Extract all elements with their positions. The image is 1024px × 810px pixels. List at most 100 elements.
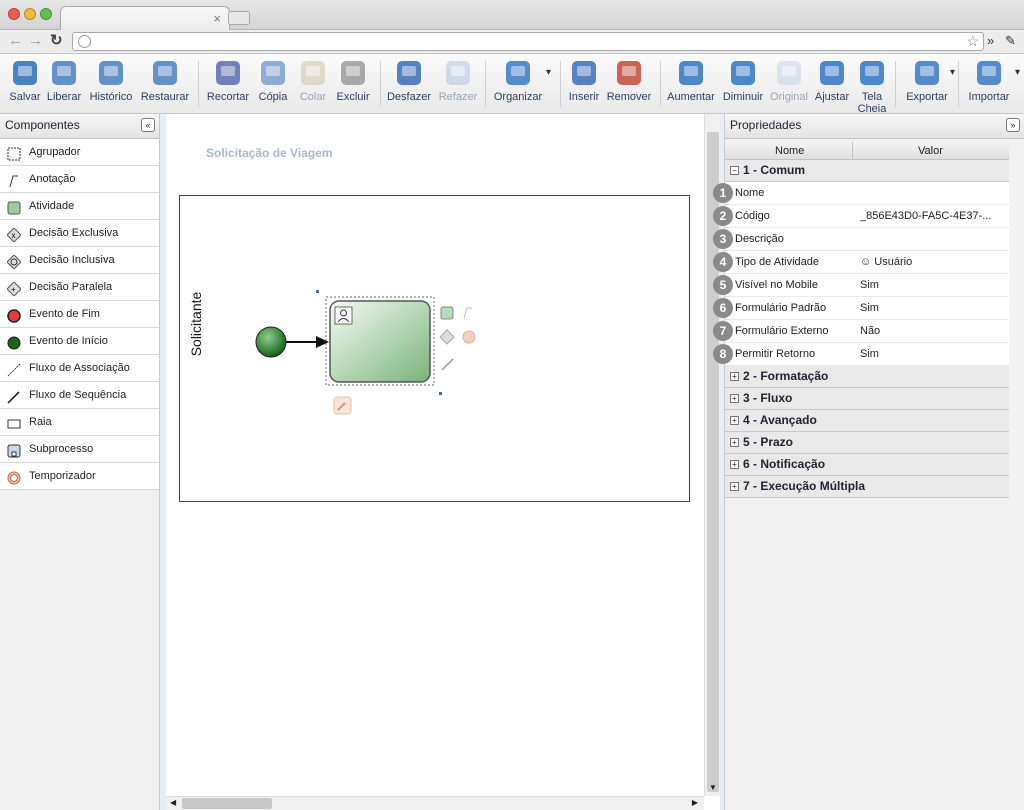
scroll-left-icon[interactable]: ◀ [170, 798, 176, 807]
collapse-group-icon[interactable]: − [730, 166, 739, 175]
expand-group-icon[interactable]: + [730, 438, 739, 447]
histórico-button[interactable]: Histórico [88, 58, 134, 113]
component-decisão-paralela[interactable]: + Decisão Paralela [0, 274, 159, 301]
column-name-header: Nome [775, 145, 805, 157]
property-row[interactable]: 4 Tipo de Atividade ☺ Usuário [713, 251, 1009, 274]
quick-activity-icon[interactable] [440, 306, 454, 320]
property-row[interactable]: 3 Descrição [713, 228, 1009, 251]
handle-br[interactable] [439, 392, 442, 395]
reload-icon[interactable]: ↻ [50, 33, 63, 49]
property-row[interactable]: 1 Nome [713, 182, 1009, 205]
component-fluxo-de-sequência[interactable]: Fluxo de Sequência [0, 382, 159, 409]
cut-icon [213, 58, 243, 88]
property-value[interactable]: Sim [860, 297, 879, 319]
address-bar[interactable]: ☆ [72, 32, 984, 51]
toolbar-button-label: Colar [299, 91, 327, 103]
component-atividade[interactable]: Atividade [0, 193, 159, 220]
property-row[interactable]: 8 Permitir Retorno Sim [713, 343, 1009, 366]
property-value[interactable]: ☺ Usuário [860, 251, 912, 273]
inserir-button[interactable]: Inserir [566, 58, 602, 113]
start-event[interactable] [255, 326, 287, 358]
expand-group-icon[interactable]: + [730, 394, 739, 403]
quick-gateway-icon[interactable] [439, 329, 455, 345]
property-row[interactable]: 7 Formulário Externo Não [713, 320, 1009, 343]
more-icon[interactable]: » [987, 33, 994, 49]
desfazer-button[interactable]: Desfazer [385, 58, 433, 113]
group-comum[interactable]: − 1 - Comum [725, 160, 1009, 182]
toolbar-button-label: Restaurar [140, 91, 190, 103]
property-row[interactable]: 6 Formulário Padrão Sim [713, 297, 1009, 320]
minimize-window-button[interactable] [24, 8, 36, 20]
ajustar-button[interactable]: Ajustar [814, 58, 850, 113]
organizar-dropdown-icon[interactable]: ▾ [546, 67, 551, 78]
salvar-button[interactable]: Salvar [8, 58, 42, 113]
remover-button[interactable]: Remover [606, 58, 652, 113]
cópia-button[interactable]: Cópia [257, 58, 289, 113]
scroll-right-icon[interactable]: ▶ [692, 798, 698, 807]
property-value[interactable]: Sim [860, 274, 879, 296]
forward-icon[interactable]: → [28, 33, 43, 49]
group-collapsed[interactable]: +3 - Fluxo [725, 388, 1009, 410]
expand-group-icon[interactable]: + [730, 416, 739, 425]
component-raia[interactable]: Raia [0, 409, 159, 436]
property-value[interactable]: Sim [860, 343, 879, 365]
quick-timer-icon[interactable] [462, 330, 476, 344]
original-button[interactable]: Original [768, 58, 810, 113]
expand-group-icon[interactable]: + [730, 460, 739, 469]
tela-cheia-button[interactable]: Tela Cheia [856, 58, 888, 115]
excluir-button[interactable]: Excluir [335, 58, 371, 113]
diminuir-button[interactable]: Diminuir [722, 58, 764, 113]
horizontal-scrollbar[interactable]: ◀ ▶ [166, 796, 704, 810]
bookmark-star-icon[interactable]: ☆ [966, 33, 979, 50]
component-decisão-exclusiva[interactable]: x Decisão Exclusiva [0, 220, 159, 247]
aumentar-button[interactable]: Aumentar [666, 58, 716, 113]
wrench-icon[interactable]: ✎ [1005, 33, 1016, 49]
diagram-canvas[interactable]: Solicitação de Viagem Solicitante [166, 114, 704, 796]
group-collapsed[interactable]: +4 - Avançado [725, 410, 1009, 432]
organizar-button[interactable]: Organizar [490, 58, 546, 113]
refazer-button[interactable]: Refazer [437, 58, 479, 113]
close-window-button[interactable] [8, 8, 20, 20]
expand-group-icon[interactable]: + [730, 372, 739, 381]
component-subprocesso[interactable]: Subprocesso [0, 436, 159, 463]
importar-button[interactable]: Importar [967, 58, 1011, 113]
collapse-left-button[interactable]: « [141, 118, 155, 132]
group-collapsed[interactable]: +5 - Prazo [725, 432, 1009, 454]
quick-flow-icon[interactable] [441, 358, 454, 371]
colar-button[interactable]: Colar [297, 58, 329, 113]
component-agrupador[interactable]: Agrupador [0, 139, 159, 166]
component-evento-de-início[interactable]: Evento de Início [0, 328, 159, 355]
horizontal-scroll-thumb[interactable] [182, 798, 272, 809]
restaurar-button[interactable]: Restaurar [139, 58, 191, 113]
browser-tab[interactable]: × [60, 6, 230, 31]
component-label: Evento de Fim [29, 308, 100, 320]
quick-annotation-icon[interactable] [463, 307, 472, 319]
group-collapsed[interactable]: +6 - Notificação [725, 454, 1009, 476]
property-row[interactable]: 2 Código _856E43D0-FA5C-4E37-... [713, 205, 1009, 228]
handle-tl[interactable] [316, 290, 319, 293]
exportar-button[interactable]: Exportar [904, 58, 950, 113]
component-evento-de-fim[interactable]: Evento de Fim [0, 301, 159, 328]
importar-dropdown-icon[interactable]: ▾ [1015, 67, 1020, 78]
exportar-dropdown-icon[interactable]: ▾ [950, 67, 955, 78]
new-tab-button[interactable] [228, 11, 250, 25]
component-temporizador[interactable]: Temporizador [0, 463, 159, 490]
toolbar-button-label: Salvar [9, 91, 41, 103]
collapse-right-button[interactable]: » [1006, 118, 1020, 132]
close-tab-icon[interactable]: × [213, 11, 221, 26]
back-icon[interactable]: ← [8, 33, 23, 49]
wrench-tool-icon[interactable] [333, 396, 352, 415]
property-row[interactable]: 5 Visível no Mobile Sim [713, 274, 1009, 297]
component-fluxo-de-associação[interactable]: Fluxo de Associação [0, 355, 159, 382]
property-value[interactable]: Não [860, 320, 880, 342]
liberar-button[interactable]: Liberar [45, 58, 83, 113]
component-anotação[interactable]: Anotação [0, 166, 159, 193]
component-decisão-inclusiva[interactable]: Decisão Inclusiva [0, 247, 159, 274]
scroll-down-icon[interactable]: ▼ [709, 783, 717, 792]
property-value[interactable]: _856E43D0-FA5C-4E37-... [860, 205, 991, 227]
expand-group-icon[interactable]: + [730, 482, 739, 491]
group-collapsed[interactable]: +7 - Execução Múltipla [725, 476, 1009, 498]
maximize-window-button[interactable] [40, 8, 52, 20]
recortar-button[interactable]: Recortar [205, 58, 251, 113]
group-collapsed[interactable]: +2 - Formatação [725, 366, 1009, 388]
